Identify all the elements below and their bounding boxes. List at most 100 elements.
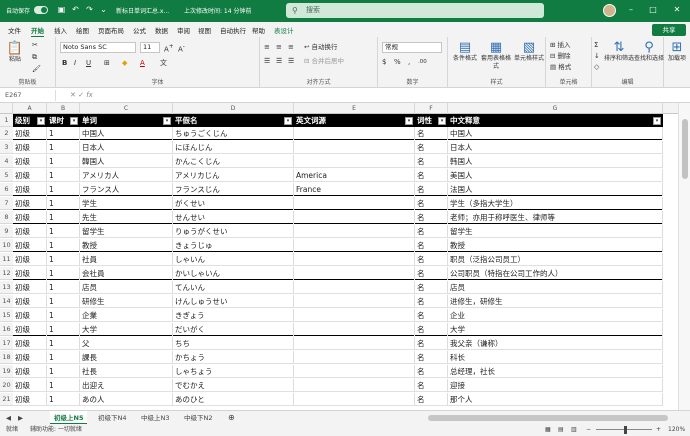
cell-meaning[interactable]: 迎接 <box>448 379 663 392</box>
cell-lesson[interactable]: 1 <box>47 169 80 182</box>
align-bottom-icon[interactable]: ≡ <box>288 42 294 52</box>
align-left-icon[interactable]: ☰ <box>264 56 270 66</box>
autosum-icon[interactable]: Σ <box>594 40 598 50</box>
cell-meaning[interactable]: 那个人 <box>448 393 663 406</box>
cell-pos[interactable]: 名 <box>415 379 448 392</box>
cell-word[interactable]: 留学生 <box>80 225 173 238</box>
file-title[interactable]: 新标日单词汇总.x... <box>116 6 169 15</box>
cell-level[interactable]: 初级 <box>13 211 47 224</box>
vertical-scroll-thumb[interactable] <box>682 119 688 179</box>
fill-color-icon[interactable]: ◆ <box>122 58 127 68</box>
conditional-format-button[interactable]: ▤ 条件格式 <box>450 40 480 63</box>
minimize-icon[interactable]: – <box>624 4 638 16</box>
cell-word[interactable]: 先生 <box>80 211 173 224</box>
zoom-level[interactable]: 120% <box>668 424 685 436</box>
copy-icon[interactable]: ⧉ <box>32 52 37 62</box>
row-header[interactable]: 19 <box>0 365 13 378</box>
row-header[interactable]: 16 <box>0 323 13 336</box>
cell-level[interactable]: 初级 <box>13 169 47 182</box>
cell-pos[interactable]: 名 <box>415 323 448 336</box>
comma-icon[interactable]: , <box>408 57 410 67</box>
cell-level[interactable]: 初级 <box>13 225 47 238</box>
row-header[interactable]: 2 <box>0 127 13 140</box>
font-color-icon[interactable]: A <box>140 58 145 68</box>
page-break-view-icon[interactable]: ▥ <box>571 424 577 436</box>
align-middle-icon[interactable]: ≡ <box>276 42 282 52</box>
cell-meaning[interactable]: 科长 <box>448 351 663 364</box>
add-sheet-icon[interactable]: ⊕ <box>228 411 235 425</box>
filter-dropdown-icon[interactable]: ▾ <box>653 117 661 125</box>
tab-draw[interactable]: 绘图 <box>76 25 89 35</box>
cell-etymology[interactable] <box>294 127 415 140</box>
cell-lesson[interactable]: 1 <box>47 197 80 210</box>
select-all-corner[interactable] <box>0 103 13 114</box>
cell-lesson[interactable]: 1 <box>47 267 80 280</box>
decimal-icon[interactable]: .00 <box>418 57 427 67</box>
cell-word[interactable]: 社長 <box>80 365 173 378</box>
cell-word[interactable]: 父 <box>80 337 173 350</box>
cell-word[interactable]: フランス人 <box>80 183 173 196</box>
cell-etymology[interactable] <box>294 393 415 406</box>
cell-etymology[interactable] <box>294 267 415 280</box>
cell-hiragana[interactable]: ちゅうごくじん <box>173 127 294 140</box>
cell-hiragana[interactable]: アメリカじん <box>173 169 294 182</box>
maximize-icon[interactable]: □ <box>646 4 660 16</box>
tab-view[interactable]: 视图 <box>198 25 211 35</box>
cell-lesson[interactable]: 1 <box>47 281 80 294</box>
filter-dropdown-icon[interactable]: ▾ <box>37 117 45 125</box>
cell-hiragana[interactable]: きょうじゅ <box>173 239 294 252</box>
save-icon[interactable]: ▣ <box>56 4 67 15</box>
cell-level[interactable]: 初级 <box>13 155 47 168</box>
cell-pos[interactable]: 名 <box>415 281 448 294</box>
cell-lesson[interactable]: 1 <box>47 323 80 336</box>
column-header-a[interactable]: A <box>13 103 47 114</box>
cell-pos[interactable]: 名 <box>415 393 448 406</box>
insert-cells-button[interactable]: ⊞ 插入 <box>550 40 571 50</box>
cell-pos[interactable]: 名 <box>415 365 448 378</box>
row-header[interactable]: 4 <box>0 155 13 168</box>
cell-word[interactable]: 中国人 <box>80 127 173 140</box>
cell-word[interactable]: 店员 <box>80 281 173 294</box>
cell-pos[interactable]: 名 <box>415 337 448 350</box>
cell-hiragana[interactable]: フランスじん <box>173 183 294 196</box>
cell-meaning[interactable]: 学生（多指大学生） <box>448 197 663 210</box>
cell-pos[interactable]: 名 <box>415 239 448 252</box>
align-center-icon[interactable]: ☰ <box>276 56 282 66</box>
cell-pos[interactable]: 名 <box>415 127 448 140</box>
cell-lesson[interactable]: 1 <box>47 393 80 406</box>
row-header[interactable]: 12 <box>0 267 13 280</box>
column-header-d[interactable]: D <box>173 103 294 114</box>
cell-meaning[interactable]: 日本人 <box>448 141 663 154</box>
find-select-button[interactable]: ⚲ 查找和选择 <box>634 40 664 63</box>
cell-lesson[interactable]: 1 <box>47 379 80 392</box>
borders-icon[interactable]: ⊞ <box>104 58 110 68</box>
font-name-select[interactable]: Noto Sans SC <box>60 42 136 53</box>
row-header[interactable]: 18 <box>0 351 13 364</box>
cell-hiragana[interactable]: あのひと <box>173 393 294 406</box>
cell-hiragana[interactable]: にほんじん <box>173 141 294 154</box>
row-header[interactable]: 8 <box>0 211 13 224</box>
sheet-tab-n5[interactable]: 初级上N5 <box>50 411 88 425</box>
cell-hiragana[interactable]: だいがく <box>173 323 294 336</box>
format-as-table-button[interactable]: ▦ 套用表格格式 <box>480 40 512 71</box>
name-box[interactable]: E267 <box>2 90 56 101</box>
cell-lesson[interactable]: 1 <box>47 365 80 378</box>
vertical-scrollbar[interactable] <box>678 103 690 410</box>
next-sheet-icon[interactable]: ▶ <box>18 411 23 425</box>
cell-meaning[interactable]: 教授 <box>448 239 663 252</box>
cell-word[interactable]: 社員 <box>80 253 173 266</box>
cell-word[interactable]: あの人 <box>80 393 173 406</box>
row-header[interactable]: 7 <box>0 197 13 210</box>
cell-level[interactable]: 初级 <box>13 183 47 196</box>
cell-meaning[interactable]: 进修生，研修生 <box>448 295 663 308</box>
cell-pos[interactable]: 名 <box>415 211 448 224</box>
cell-hiragana[interactable]: てんいん <box>173 281 294 294</box>
format-cells-button[interactable]: ▤ 格式 <box>550 62 571 72</box>
cell-word[interactable]: 日本人 <box>80 141 173 154</box>
column-header-e[interactable]: E <box>294 103 415 114</box>
cell-hiragana[interactable]: しゃちょう <box>173 365 294 378</box>
currency-icon[interactable]: $ <box>382 57 386 67</box>
cell-word[interactable]: 大学 <box>80 323 173 336</box>
cell-level[interactable]: 初级 <box>13 253 47 266</box>
cell-lesson[interactable]: 1 <box>47 183 80 196</box>
